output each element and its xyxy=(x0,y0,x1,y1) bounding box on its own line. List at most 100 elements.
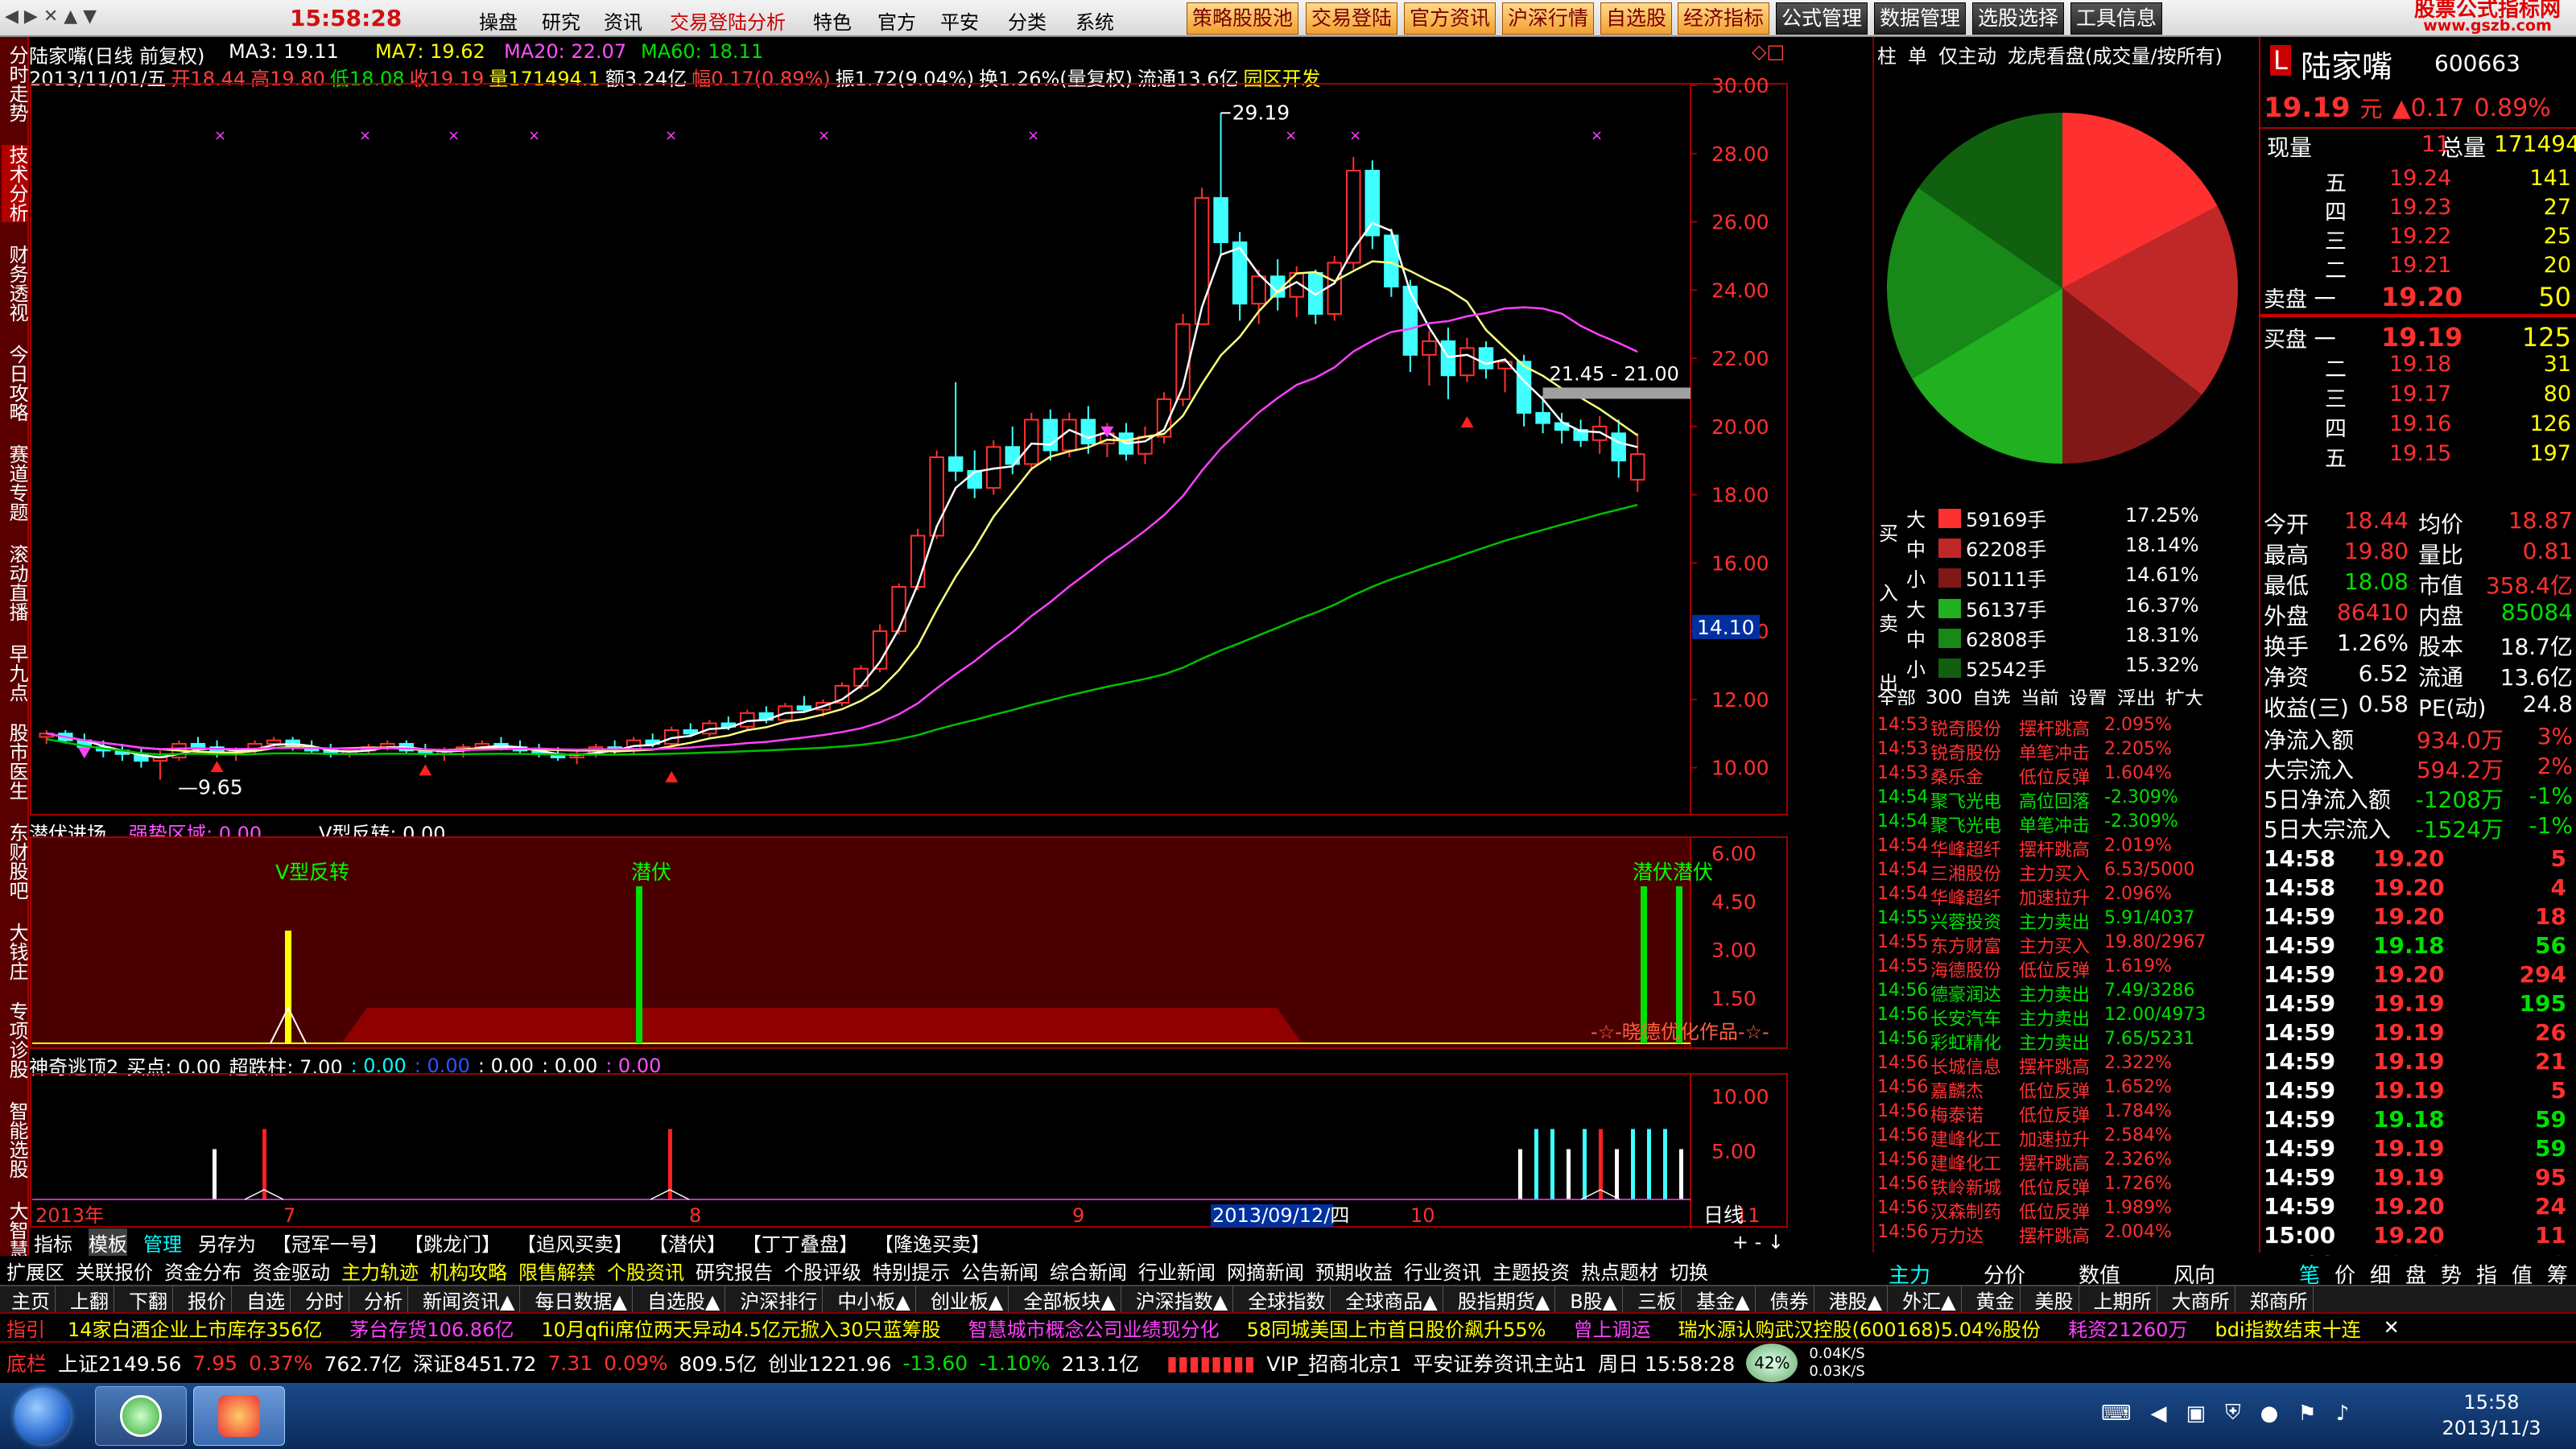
move-row[interactable]: 14:54 聚飞光电 单笔冲击 -2.309% xyxy=(1874,811,2260,836)
market-menu-15[interactable]: 全球指数 xyxy=(1243,1285,1331,1314)
ask-row[interactable]: 四 19.23 27 xyxy=(2260,195,2576,225)
event-marker-icon[interactable]: × xyxy=(1285,127,1297,144)
menu-3[interactable]: 交易登陆分析 xyxy=(670,6,786,35)
function-menu-11[interactable]: 公告新闻 xyxy=(961,1257,1038,1285)
function-menu-6[interactable]: 限售解禁 xyxy=(518,1257,596,1285)
market-menu-18[interactable]: B股▲ xyxy=(1565,1285,1624,1314)
function-menu-19[interactable]: 切换 xyxy=(1670,1257,1708,1285)
order-size-row[interactable]: 中 62208手 18.14% xyxy=(1874,534,2260,563)
signal-bar[interactable] xyxy=(285,931,291,1043)
function-menu-1[interactable]: 关联报价 xyxy=(76,1257,153,1285)
event-marker-icon[interactable]: × xyxy=(1349,127,1361,144)
tray-clock[interactable]: 15:58 2013/11/3 xyxy=(2423,1389,2560,1441)
signal-bar[interactable] xyxy=(1679,1149,1683,1200)
market-menu-23[interactable]: 外汇▲ xyxy=(1897,1285,1962,1314)
function-menu-8[interactable]: 研究报告 xyxy=(696,1257,773,1285)
pie-tab-3[interactable]: 龙虎看盘(成交量/按所有) xyxy=(2008,40,2223,68)
bid-row[interactable]: 五 19.15 197 xyxy=(2260,441,2576,472)
menu-8[interactable]: 系统 xyxy=(1075,6,1114,35)
toolbar-button-9[interactable]: 工具信息 xyxy=(2070,2,2163,35)
menu-4[interactable]: 特色 xyxy=(813,6,852,35)
toolbar-button-0[interactable]: 策略股股池 xyxy=(1187,2,1299,35)
function-menu-10[interactable]: 特别提示 xyxy=(873,1257,950,1285)
move-row[interactable]: 14:56 彩虹精化 主力卖出 7.65/5231 xyxy=(1874,1029,2260,1054)
security-icon[interactable]: ● xyxy=(2260,1402,2279,1426)
signal-bar[interactable] xyxy=(1567,1149,1571,1200)
move-row[interactable]: 14:54 聚飞光电 高位回落 -2.309% xyxy=(1874,787,2260,812)
function-menu-0[interactable]: 扩展区 xyxy=(6,1257,64,1285)
move-row[interactable]: 14:55 兴蓉投资 主力卖出 5.91/4037 xyxy=(1874,908,2260,933)
signal-bar[interactable] xyxy=(1641,886,1647,1043)
signal-bar[interactable] xyxy=(1518,1149,1522,1200)
move-row[interactable]: 14:55 东方财富 主力买入 19.80/2967 xyxy=(1874,932,2260,957)
network-meter-icon[interactable]: 42% xyxy=(1746,1344,1798,1382)
ask-row[interactable]: 五 19.24 141 xyxy=(2260,166,2576,196)
candlestick-chart[interactable]: 30.00 28.00 26.00 24.00 22.00 20.00 18.00 16.00… xyxy=(29,37,1789,816)
pie-tab-2[interactable]: 仅主动 xyxy=(1938,40,1996,68)
function-menu-2[interactable]: 资金分布 xyxy=(164,1257,242,1285)
move-row[interactable]: 14:55 海德股份 低位反弹 1.619% xyxy=(1874,956,2260,981)
market-menu-11[interactable]: 中小板▲ xyxy=(832,1285,916,1314)
candle[interactable] xyxy=(1213,196,1228,243)
toolbar-button-1[interactable]: 交易登陆 xyxy=(1306,2,1398,35)
menu-2[interactable]: 资讯 xyxy=(604,6,642,35)
pie-tab-0[interactable]: 柱 xyxy=(1877,40,1897,68)
signal-bar[interactable] xyxy=(668,1129,672,1200)
candle[interactable] xyxy=(1611,432,1626,462)
news-item-8[interactable]: bdi指数结束十连 xyxy=(2215,1314,2360,1342)
toolbar-button-2[interactable]: 官方资讯 xyxy=(1404,2,1496,35)
function-menu-5[interactable]: 机构攻略 xyxy=(430,1257,507,1285)
order-size-row[interactable]: 小 52542手 15.32% xyxy=(1874,654,2260,683)
order-size-row[interactable]: 中 62808手 18.31% xyxy=(1874,624,2260,653)
news-item-3[interactable]: 智慧城市概念公司业绩现分化 xyxy=(968,1314,1220,1342)
side-tab-11[interactable]: 智能选股 xyxy=(2,1101,28,1179)
move-row[interactable]: 14:54 三湘股份 主力买入 6.53/5000 xyxy=(1874,860,2260,885)
candle[interactable] xyxy=(1422,340,1437,356)
menu-1[interactable]: 研究 xyxy=(542,6,580,35)
side-tab-0[interactable]: 分时走势 xyxy=(2,45,28,122)
candle[interactable] xyxy=(1402,286,1418,356)
event-marker-icon[interactable]: × xyxy=(818,127,830,144)
side-tab-5[interactable]: 滚动直播 xyxy=(2,544,28,621)
bid-row[interactable]: 四 19.16 126 xyxy=(2260,411,2576,442)
menu-5[interactable]: 官方 xyxy=(877,6,916,35)
market-menu-9[interactable]: 自选股▲ xyxy=(642,1285,726,1314)
bid-row[interactable]: 二 19.18 31 xyxy=(2260,352,2576,382)
signal-bar[interactable] xyxy=(1615,1149,1619,1200)
formula-tab-4[interactable]: 【冠军一号】 xyxy=(272,1228,388,1257)
order-size-row[interactable]: 大 56137手 16.37% xyxy=(1874,594,2260,623)
move-row[interactable]: 14:53 锐奇股份 单笔冲击 2.205% xyxy=(1874,739,2260,764)
candle[interactable] xyxy=(1251,275,1266,305)
news-ticker[interactable]: 指引 14家白酒企业上市库存356亿 茅台存货106.86亿 10月qfii席位两天… xyxy=(0,1312,2576,1341)
pie-tab-1[interactable]: 单 xyxy=(1908,40,1927,68)
market-menu-25[interactable]: 美股 xyxy=(2030,1285,2079,1314)
market-menu-12[interactable]: 创业板▲ xyxy=(926,1285,1009,1314)
candle[interactable] xyxy=(1232,241,1248,305)
market-menu-19[interactable]: 三板 xyxy=(1633,1285,1682,1314)
signal-bar[interactable] xyxy=(1663,1129,1667,1200)
signal-bar[interactable] xyxy=(1631,1129,1635,1200)
function-menu-9[interactable]: 个股评级 xyxy=(784,1257,861,1285)
market-menu-13[interactable]: 全部板块▲ xyxy=(1018,1285,1121,1314)
candle[interactable] xyxy=(1535,411,1550,424)
taskbar-app-trading[interactable] xyxy=(193,1386,285,1446)
side-tab-3[interactable]: 今日攻略 xyxy=(2,345,28,422)
move-row[interactable]: 14:54 华峰超纤 加速拉升 2.096% xyxy=(1874,884,2260,909)
function-menu-15[interactable]: 预期收益 xyxy=(1315,1257,1393,1285)
side-tab-9[interactable]: 大钱庄 xyxy=(2,923,28,980)
market-menu-16[interactable]: 全球商品▲ xyxy=(1340,1285,1443,1314)
sz-index[interactable]: 深证8451.72 xyxy=(413,1348,536,1377)
candle[interactable] xyxy=(266,739,282,745)
candle[interactable] xyxy=(683,729,699,735)
function-menu-18[interactable]: 热点题材 xyxy=(1581,1257,1658,1285)
move-row[interactable]: 14:56 长安汽车 主力卖出 12.00/4973 xyxy=(1874,1005,2260,1030)
server-name[interactable]: VIP_招商北京1 xyxy=(1266,1348,1402,1377)
signal-bar[interactable] xyxy=(1647,1129,1651,1200)
formula-tab-8[interactable]: 【丁丁叠盘】 xyxy=(742,1228,858,1257)
market-menu-2[interactable]: 下翻 xyxy=(124,1285,173,1314)
candle[interactable] xyxy=(1062,419,1077,452)
candle[interactable] xyxy=(796,705,812,711)
formula-tab-1[interactable]: 模板 xyxy=(89,1228,127,1257)
market-menu-27[interactable]: 大商所 xyxy=(2167,1285,2235,1314)
sub2-chart[interactable]: 10.005.002013年 7 8 9 2013/09/12/四 10 11日线 xyxy=(29,1050,1789,1228)
